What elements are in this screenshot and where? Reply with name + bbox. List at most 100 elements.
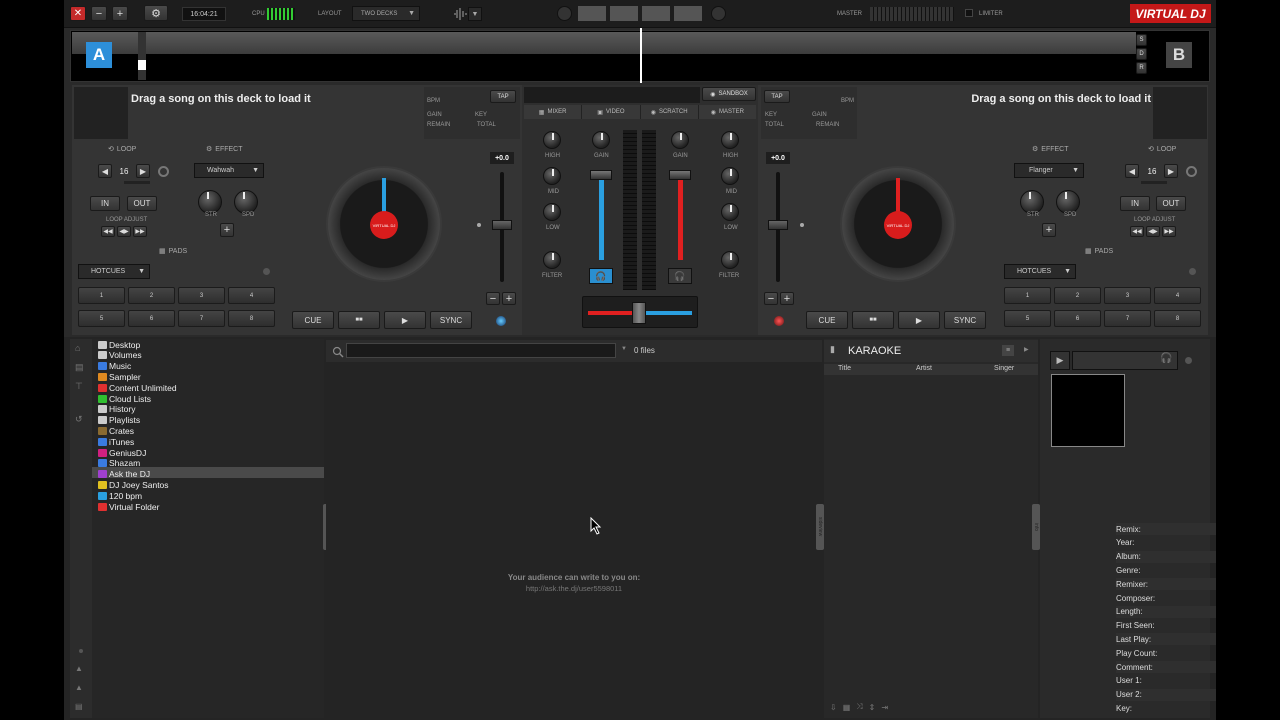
karaoke-menu-icon[interactable]: ▶ [1024, 346, 1032, 354]
deck-a-cue-button[interactable]: CUE [292, 311, 334, 329]
deck-a-pad-6[interactable]: 6 [128, 310, 175, 327]
deck-a-pitch-slider[interactable] [492, 220, 512, 230]
karaoke-shuffle-icon[interactable]: ⤨ [856, 702, 862, 712]
deck-b-pad-8[interactable]: 8 [1154, 310, 1201, 327]
karaoke-export-icon[interactable]: ⇥ [881, 703, 888, 712]
mixer-b-filter-knob[interactable] [721, 251, 739, 269]
deck-a-pitch-minus[interactable]: − [486, 292, 500, 305]
side-button-d[interactable]: D [1136, 48, 1147, 60]
karaoke-col-title[interactable]: Title [838, 365, 851, 372]
deck-a-play-button[interactable]: ▶ [384, 311, 426, 329]
karaoke-col-artist[interactable]: Artist [916, 365, 932, 372]
deck-b-pitch-plus[interactable]: + [780, 292, 794, 305]
prelisten-settings-icon[interactable] [1185, 357, 1192, 364]
deck-a-loop-adjust-right[interactable]: ▶▶ [133, 226, 147, 237]
search-options-icon[interactable]: ▼ [621, 346, 629, 354]
mixer-b-headphone-button[interactable]: 🎧 [668, 268, 692, 284]
deck-b-pitch-slider[interactable] [768, 220, 788, 230]
deck-a-pad-3[interactable]: 3 [178, 287, 225, 304]
mixer-a-high-knob[interactable] [543, 131, 561, 149]
deck-b-cue-button[interactable]: CUE [806, 311, 848, 329]
folder-item-desktop[interactable]: Desktop [98, 339, 140, 350]
deck-b-pad-mode-select[interactable]: HOTCUES ▼ [1004, 264, 1076, 279]
deck-a-pitch-plus[interactable]: + [502, 292, 516, 305]
deck-a-add-effect-button[interactable]: + [220, 223, 234, 237]
deck-b-add-effect-button[interactable]: + [1042, 223, 1056, 237]
karaoke-col-singer[interactable]: Singer [994, 365, 1014, 372]
search-icon[interactable] [332, 345, 344, 358]
deck-a-loop-prev[interactable]: ◀ [98, 164, 112, 178]
chevron-down-icon[interactable]: ▼ [468, 7, 482, 21]
folder-item-120-bpm[interactable]: 120 bpm [98, 490, 142, 501]
deck-b-pad-1[interactable]: 1 [1004, 287, 1051, 304]
empty-message-link[interactable]: http://ask.the.dj/user5598011 [326, 584, 822, 593]
deck-a-pad-8[interactable]: 8 [228, 310, 275, 327]
home-icon[interactable]: ⌂ [75, 343, 87, 354]
menu-icon[interactable]: ▤ [75, 702, 87, 713]
deck-a-loop-adjust-move[interactable]: ◀▶ [117, 226, 131, 237]
folder-item-dj-joey-santos[interactable]: DJ Joey Santos [98, 479, 169, 490]
prelisten-play-button[interactable]: ▶ [1050, 351, 1070, 370]
eject-icon-2[interactable]: ▲ [75, 683, 87, 694]
deck-a-effect-str-knob[interactable] [198, 190, 222, 214]
deck-a-pad-4[interactable]: 4 [228, 287, 275, 304]
deck-a-loop-out[interactable]: OUT [127, 196, 157, 211]
deck-b-effect-str-knob[interactable] [1020, 190, 1044, 214]
info-tab[interactable]: info [1032, 504, 1040, 550]
folder-item-playlists[interactable]: Playlists [98, 415, 140, 426]
folder-item-music[interactable]: Music [98, 361, 131, 372]
folder-item-shazam[interactable]: Shazam [98, 458, 140, 469]
folder-item-crates[interactable]: Crates [98, 425, 134, 436]
deck-b-loop-adjust-move[interactable]: ◀▶ [1146, 226, 1160, 237]
folder-item-sampler[interactable]: Sampler [98, 371, 141, 382]
karaoke-list-icon[interactable]: ▦ [843, 703, 851, 712]
mixer-a-filter-knob[interactable] [543, 251, 561, 269]
folder-item-content-unlimited[interactable]: Content Unlimited [98, 382, 177, 393]
deck-b-loop-prev[interactable]: ◀ [1125, 164, 1139, 178]
deck-a-loop-in[interactable]: IN [90, 196, 120, 211]
deck-b-pad-4[interactable]: 4 [1154, 287, 1201, 304]
eject-icon[interactable]: ▲ [75, 664, 87, 675]
deck-a-effect-spd-knob[interactable] [234, 190, 258, 214]
deck-b-loop-adjust-left[interactable]: ◀◀ [1130, 226, 1144, 237]
deck-b-loop-adjust-right[interactable]: ▶▶ [1162, 226, 1176, 237]
folder-item-ask-the-dj[interactable]: Ask the DJ [98, 469, 150, 480]
mixer-a-gain-knob[interactable] [592, 131, 610, 149]
scroll-handle[interactable] [138, 32, 146, 80]
broadcast-button[interactable] [711, 6, 726, 21]
mixer-b-high-knob[interactable] [721, 131, 739, 149]
settings-button[interactable]: ⚙ [144, 5, 168, 21]
mixer-a-mid-knob[interactable] [543, 167, 561, 185]
side-button-r[interactable]: R [1136, 62, 1147, 74]
search-input[interactable] [346, 343, 616, 358]
deck-b-loop-settings-icon[interactable] [1186, 166, 1197, 177]
mixer-b-mid-knob[interactable] [721, 167, 739, 185]
deck-a-loop-next[interactable]: ▶ [136, 164, 150, 178]
deck-b-pad-6[interactable]: 6 [1054, 310, 1101, 327]
layout-select[interactable]: TWO DECKS ▼ [352, 6, 420, 21]
deck-a-loop-settings-icon[interactable] [158, 166, 169, 177]
folder-item-virtual-folder[interactable]: Virtual Folder [98, 501, 159, 512]
side-button-s[interactable]: S [1136, 34, 1147, 46]
history-icon[interactable]: ↺ [75, 414, 87, 425]
tab-mixer[interactable]: ▦ MIXER [524, 105, 583, 119]
deck-a-pad-mode-select[interactable]: HOTCUES ▼ [78, 264, 150, 279]
mixer-b-volume-fader[interactable] [669, 170, 691, 180]
folder-item-itunes[interactable]: iTunes [98, 436, 134, 447]
close-button[interactable]: ✕ [70, 6, 86, 21]
mixer-b-low-knob[interactable] [721, 203, 739, 221]
deck-b-pad-7[interactable]: 7 [1104, 310, 1151, 327]
deck-b-pitch-minus[interactable]: − [764, 292, 778, 305]
karaoke-add-icon[interactable]: ⇩ [830, 703, 837, 712]
folder-item-volumes[interactable]: Volumes [98, 350, 142, 361]
deck-b-effect-spd-knob[interactable] [1056, 190, 1080, 214]
deck-b-effect-select[interactable]: Flanger ▼ [1014, 163, 1084, 178]
deck-a-pad-1[interactable]: 1 [78, 287, 125, 304]
folder-item-cloud-lists[interactable]: Cloud Lists [98, 393, 151, 404]
deck-a-effect-select[interactable]: Wahwah ▼ [194, 163, 264, 178]
layout-buttons[interactable] [578, 6, 704, 21]
karaoke-settings-icon[interactable]: ≡ [1002, 345, 1014, 356]
scroll-thumb[interactable] [138, 60, 146, 70]
maximize-button[interactable]: + [112, 6, 128, 21]
filter-icon[interactable]: ⊤ [75, 381, 87, 392]
